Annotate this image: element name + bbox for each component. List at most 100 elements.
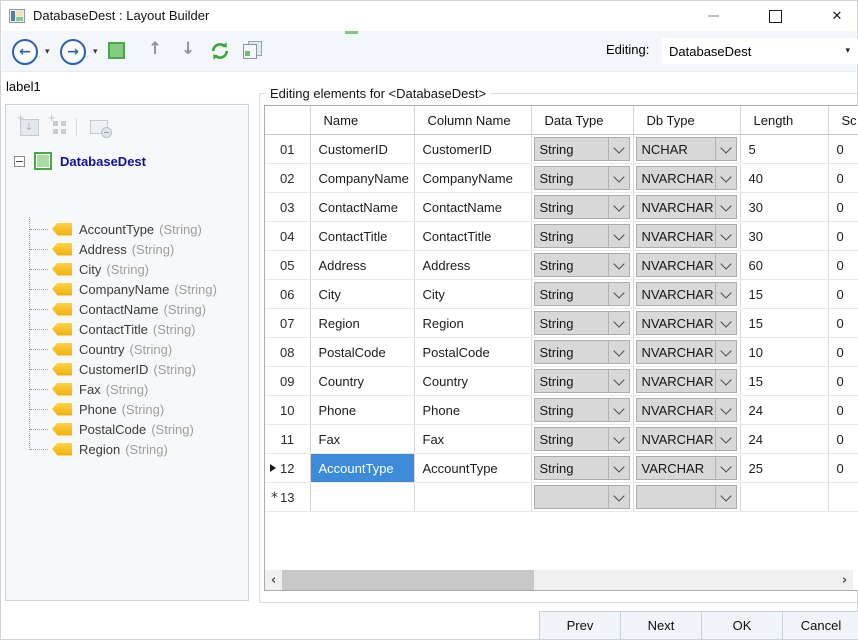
length-cell[interactable]: 60 bbox=[740, 251, 828, 280]
db-type-dropdown[interactable]: NVARCHAR bbox=[636, 166, 737, 190]
name-cell[interactable]: Region bbox=[310, 309, 414, 338]
delete-element-button[interactable] bbox=[88, 116, 110, 138]
db-type-dropdown[interactable]: NVARCHAR bbox=[636, 398, 737, 422]
length-cell[interactable]: 24 bbox=[740, 396, 828, 425]
name-cell[interactable]: Address bbox=[310, 251, 414, 280]
tree-item-phone[interactable]: Phone(String) bbox=[6, 399, 248, 419]
scale-cell[interactable]: 0 bbox=[828, 338, 858, 367]
collapse-icon[interactable]: − bbox=[14, 156, 25, 167]
tree-item-city[interactable]: City(String) bbox=[6, 259, 248, 279]
cancel-button[interactable]: Cancel bbox=[782, 611, 858, 640]
column-name-cell[interactable]: CustomerID bbox=[414, 135, 531, 164]
scale-cell[interactable]: 0 bbox=[828, 454, 858, 483]
scroll-left-icon[interactable]: ‹ bbox=[265, 570, 282, 590]
name-cell[interactable]: PostalCode bbox=[310, 338, 414, 367]
scroll-right-icon[interactable]: › bbox=[836, 570, 853, 590]
tree-item-customerid[interactable]: CustomerID(String) bbox=[6, 359, 248, 379]
tree-item-fax[interactable]: Fax(String) bbox=[6, 379, 248, 399]
data-type-dropdown[interactable]: String bbox=[534, 224, 630, 248]
column-name-cell[interactable]: Region bbox=[414, 309, 531, 338]
row-header-05[interactable]: 05 bbox=[265, 251, 310, 280]
name-cell[interactable]: AccountType bbox=[310, 454, 414, 483]
copy-layout-button[interactable] bbox=[242, 41, 262, 59]
row-header-12[interactable]: 12 bbox=[265, 454, 310, 483]
length-cell[interactable]: 30 bbox=[740, 193, 828, 222]
tree-item-contactname[interactable]: ContactName(String) bbox=[6, 299, 248, 319]
column-name-cell[interactable]: ContactName bbox=[414, 193, 531, 222]
forward-dropdown-button[interactable]: ▾ bbox=[93, 47, 98, 57]
name-cell[interactable]: CompanyName bbox=[310, 164, 414, 193]
data-type-dropdown[interactable]: String bbox=[534, 398, 630, 422]
data-type-dropdown[interactable]: String bbox=[534, 427, 630, 451]
db-type-dropdown[interactable]: NVARCHAR bbox=[636, 311, 737, 335]
column-name-cell[interactable]: Phone bbox=[414, 396, 531, 425]
db-type-dropdown[interactable]: NVARCHAR bbox=[636, 369, 737, 393]
scale-cell[interactable]: 0 bbox=[828, 425, 858, 454]
length-cell[interactable]: 40 bbox=[740, 164, 828, 193]
tree-item-country[interactable]: Country(String) bbox=[6, 339, 248, 359]
row-header-13[interactable]: *13 bbox=[265, 483, 310, 512]
stop-button[interactable] bbox=[108, 42, 125, 59]
column-name-cell[interactable]: Country bbox=[414, 367, 531, 396]
name-cell[interactable] bbox=[310, 483, 414, 512]
maximize-button[interactable] bbox=[753, 1, 797, 31]
name-cell[interactable]: ContactTitle bbox=[310, 222, 414, 251]
data-type-dropdown[interactable]: String bbox=[534, 195, 630, 219]
column-header-name[interactable]: Name bbox=[310, 106, 414, 135]
row-header-03[interactable]: 03 bbox=[265, 193, 310, 222]
row-header-04[interactable]: 04 bbox=[265, 222, 310, 251]
data-type-dropdown[interactable]: String bbox=[534, 340, 630, 364]
db-type-dropdown[interactable]: NVARCHAR bbox=[636, 282, 737, 306]
length-cell[interactable]: 15 bbox=[740, 309, 828, 338]
row-header-01[interactable]: 01 bbox=[265, 135, 310, 164]
column-header-data-type[interactable]: Data Type bbox=[531, 106, 633, 135]
row-header-08[interactable]: 08 bbox=[265, 338, 310, 367]
db-type-dropdown[interactable]: NVARCHAR bbox=[636, 253, 737, 277]
data-type-dropdown[interactable]: String bbox=[534, 311, 630, 335]
scale-cell[interactable]: 0 bbox=[828, 396, 858, 425]
data-type-dropdown[interactable]: String bbox=[534, 282, 630, 306]
data-type-dropdown[interactable]: String bbox=[534, 369, 630, 393]
length-cell[interactable]: 24 bbox=[740, 425, 828, 454]
add-element-button[interactable]: +↓ bbox=[18, 116, 40, 138]
column-name-cell[interactable]: City bbox=[414, 280, 531, 309]
back-dropdown-button[interactable]: ▾ bbox=[45, 47, 50, 57]
length-cell[interactable]: 30 bbox=[740, 222, 828, 251]
next-button[interactable]: Next bbox=[620, 611, 702, 640]
db-type-dropdown[interactable] bbox=[636, 485, 737, 509]
scale-cell[interactable]: 0 bbox=[828, 222, 858, 251]
scale-cell[interactable]: 0 bbox=[828, 251, 858, 280]
refresh-button[interactable] bbox=[209, 40, 231, 62]
row-header-11[interactable]: 11 bbox=[265, 425, 310, 454]
forward-button[interactable]: → bbox=[60, 39, 86, 65]
db-type-dropdown[interactable]: NVARCHAR bbox=[636, 427, 737, 451]
row-header-corner[interactable] bbox=[265, 106, 310, 135]
name-cell[interactable]: Country bbox=[310, 367, 414, 396]
column-header-length[interactable]: Length bbox=[740, 106, 828, 135]
column-name-cell[interactable] bbox=[414, 483, 531, 512]
name-cell[interactable]: Phone bbox=[310, 396, 414, 425]
scale-cell[interactable]: 0 bbox=[828, 164, 858, 193]
tree-item-region[interactable]: Region(String) bbox=[6, 439, 248, 459]
row-header-02[interactable]: 02 bbox=[265, 164, 310, 193]
editing-combobox[interactable]: DatabaseDest ▾ bbox=[662, 38, 858, 64]
name-cell[interactable]: ContactName bbox=[310, 193, 414, 222]
name-cell[interactable]: City bbox=[310, 280, 414, 309]
column-name-cell[interactable]: CompanyName bbox=[414, 164, 531, 193]
column-name-cell[interactable]: ContactTitle bbox=[414, 222, 531, 251]
column-header-scale[interactable]: Sc bbox=[828, 106, 858, 135]
prev-button[interactable]: Prev bbox=[539, 611, 621, 640]
data-type-dropdown[interactable]: String bbox=[534, 456, 630, 480]
tree-root-databasedest[interactable]: − DatabaseDest bbox=[6, 151, 248, 171]
row-header-09[interactable]: 09 bbox=[265, 367, 310, 396]
data-type-dropdown[interactable]: String bbox=[534, 137, 630, 161]
length-cell[interactable]: 25 bbox=[740, 454, 828, 483]
length-cell[interactable]: 10 bbox=[740, 338, 828, 367]
db-type-dropdown[interactable]: NVARCHAR bbox=[636, 340, 737, 364]
length-cell[interactable] bbox=[740, 483, 828, 512]
row-header-10[interactable]: 10 bbox=[265, 396, 310, 425]
name-cell[interactable]: Fax bbox=[310, 425, 414, 454]
column-name-cell[interactable]: AccountType bbox=[414, 454, 531, 483]
scale-cell[interactable]: 0 bbox=[828, 367, 858, 396]
data-type-dropdown[interactable] bbox=[534, 485, 630, 509]
